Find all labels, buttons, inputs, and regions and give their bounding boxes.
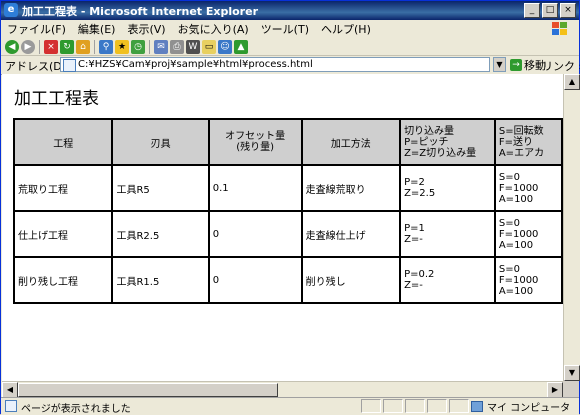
page-title: 加工工程表: [14, 89, 99, 109]
print-icon[interactable]: ⎙: [170, 39, 184, 54]
header-tool: 刃具: [111, 118, 210, 166]
process-table: 工程 刃具 オフセット量 (残り量) 加工方法 切り込み量 P=ピッチ Z=Z切…: [12, 118, 563, 304]
cell-offset: 0: [207, 210, 303, 258]
cell-offset: 0.1: [207, 164, 303, 212]
scroll-down-icon[interactable]: ▼: [564, 365, 580, 381]
discuss-icon[interactable]: ▭: [202, 39, 216, 54]
browser-window: e 加工工程表 - Microsoft Internet Explorer _ …: [0, 0, 580, 415]
page-content: 加工工程表 工程 刃具 オフセット量 (残り量) 加工方法 切り込み量 P=ピッ…: [2, 74, 563, 381]
cell-conditions: S=0 F=1000 A=100: [493, 256, 563, 304]
cell-method: 削り残し: [300, 256, 402, 304]
messenger-icon[interactable]: ☺: [218, 39, 232, 54]
address-label: アドレス(D): [5, 60, 67, 73]
window-title: 加工工程表 - Microsoft Internet Explorer: [22, 5, 258, 18]
address-bar: アドレス(D) C:¥HZS¥Cam¥proj¥sample¥html¥proc…: [1, 56, 580, 75]
cell-method: 走査線荒取り: [300, 164, 402, 212]
table-header-row: 工程 刃具 オフセット量 (残り量) 加工方法 切り込み量 P=ピッチ Z=Z切…: [12, 118, 563, 166]
menu-file[interactable]: ファイル(F): [1, 21, 72, 37]
security-zone: マイ コンピュータ: [471, 399, 570, 414]
cell-process: 仕上げ工程: [12, 210, 114, 258]
status-text: ページが表示されました: [21, 404, 131, 415]
scroll-up-icon[interactable]: ▲: [564, 74, 580, 90]
cell-tool: 工具R1.5: [111, 256, 210, 304]
address-url[interactable]: C:¥HZS¥Cam¥proj¥sample¥html¥process.html: [78, 58, 313, 71]
status-pane: [383, 399, 403, 413]
cell-process: 荒取り工程: [12, 164, 114, 212]
page-done-icon: [5, 400, 17, 412]
menu-bar: ファイル(F) 編集(E) 表示(V) お気に入り(A) ツール(T) ヘルプ(…: [1, 20, 579, 39]
table-row: 仕上げ工程 工具R2.5 0 走査線仕上げ P=1 Z=- S=0 F=1000…: [12, 210, 563, 258]
research-icon[interactable]: ▲: [234, 39, 248, 54]
forward-icon[interactable]: ▶: [21, 39, 35, 54]
cell-cut-depth: P=1 Z=-: [399, 210, 496, 258]
horizontal-scroll-thumb[interactable]: [18, 383, 278, 397]
refresh-icon[interactable]: ↻: [60, 39, 74, 54]
zone-label: マイ コンピュータ: [487, 403, 571, 414]
cell-tool: 工具R2.5: [111, 210, 210, 258]
maximize-button[interactable]: □: [542, 3, 558, 18]
search-icon[interactable]: ⚲: [99, 39, 113, 54]
cell-process: 削り残し工程: [12, 256, 114, 304]
mail-icon[interactable]: ✉: [154, 39, 168, 54]
menu-tools[interactable]: ツール(T): [255, 21, 315, 37]
status-bar: ページが表示されました マイ コンピュータ: [1, 397, 579, 415]
header-conditions: S=回転数 F=送り A=エアカ: [493, 118, 563, 166]
cell-cut-depth: P=0.2 Z=-: [399, 256, 496, 304]
ie-icon: e: [4, 3, 18, 17]
go-button[interactable]: → 移動: [510, 57, 546, 72]
go-arrow-icon: →: [510, 58, 522, 71]
status-pane: [361, 399, 381, 413]
minimize-button[interactable]: _: [524, 3, 540, 18]
menu-edit[interactable]: 編集(E): [72, 21, 122, 37]
page-icon: [63, 59, 76, 72]
close-button[interactable]: ×: [560, 3, 576, 18]
scroll-left-icon[interactable]: ◀: [2, 382, 18, 398]
cell-cut-depth: P=2 Z=2.5: [399, 164, 496, 212]
header-process: 工程: [12, 118, 114, 166]
back-icon[interactable]: ◀: [5, 39, 19, 54]
title-bar: e 加工工程表 - Microsoft Internet Explorer _ …: [1, 1, 579, 20]
edit-icon[interactable]: W: [186, 39, 200, 54]
scrollbar-corner: [563, 381, 579, 397]
windows-logo-icon: [545, 20, 575, 38]
cell-offset: 0: [207, 256, 303, 304]
cell-conditions: S=0 F=1000 A=100: [493, 164, 563, 212]
horizontal-scrollbar[interactable]: ◀ ▶: [2, 381, 563, 398]
header-offset: オフセット量 (残り量): [207, 118, 303, 166]
table-row: 荒取り工程 工具R5 0.1 走査線荒取り P=2 Z=2.5 S=0 F=10…: [12, 164, 563, 212]
standard-toolbar: ◀ ▶ × ↻ ⌂ ⚲ ★ ◷ ✉ ⎙ W ▭ ☺ ▲: [1, 38, 579, 56]
header-cut-depth: 切り込み量 P=ピッチ Z=Z切り込み量: [399, 118, 496, 166]
home-icon[interactable]: ⌂: [76, 39, 90, 54]
history-icon[interactable]: ◷: [131, 39, 145, 54]
status-pane: [427, 399, 447, 413]
address-input[interactable]: C:¥HZS¥Cam¥proj¥sample¥html¥process.html: [60, 57, 490, 72]
menu-favorites[interactable]: お気に入り(A): [172, 21, 255, 37]
address-dropdown-icon[interactable]: ▼: [493, 57, 506, 72]
my-computer-icon: [471, 401, 483, 412]
cell-method: 走査線仕上げ: [300, 210, 402, 258]
status-pane: [405, 399, 425, 413]
links-button[interactable]: リンク »: [542, 58, 580, 74]
header-method: 加工方法: [300, 118, 402, 166]
cell-conditions: S=0 F=1000 A=100: [493, 210, 563, 258]
vertical-scrollbar[interactable]: ▲ ▼: [563, 74, 580, 381]
favorites-icon[interactable]: ★: [115, 39, 129, 54]
stop-icon[interactable]: ×: [44, 39, 58, 54]
table-row: 削り残し工程 工具R1.5 0 削り残し P=0.2 Z=- S=0 F=100…: [12, 256, 563, 304]
cell-tool: 工具R5: [111, 164, 210, 212]
menu-view[interactable]: 表示(V): [121, 21, 171, 37]
scroll-right-icon[interactable]: ▶: [547, 382, 563, 398]
status-pane: [449, 399, 469, 413]
menu-help[interactable]: ヘルプ(H): [315, 21, 377, 37]
